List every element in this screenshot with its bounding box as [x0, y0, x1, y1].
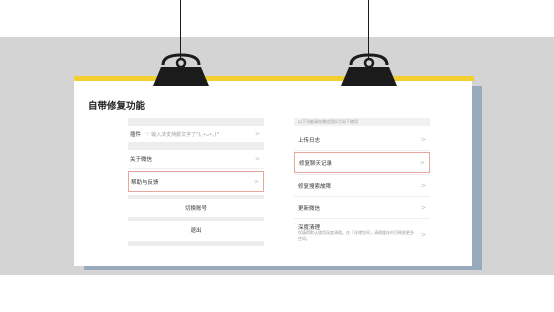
binder-clip-icon — [153, 53, 209, 86]
repair-chat-history-row[interactable]: 修复聊天记录 > — [294, 152, 430, 173]
update-wechat-row[interactable]: 更新微信 > — [294, 197, 430, 218]
repair-note: 以下功能请在微信团队引导下使用 — [294, 118, 430, 126]
repair-chat-history-label: 修复聊天记录 — [299, 160, 333, 167]
upload-log-label: 上传日志 — [298, 137, 321, 144]
chevron-right-icon: > — [420, 231, 426, 239]
binder-clip-icon — [341, 53, 397, 86]
divider — [294, 150, 430, 151]
plugin-hint: ♡ 输入法支持颜文字了°(｡•ᴗ•｡)° — [145, 131, 219, 138]
chevron-right-icon: > — [420, 204, 426, 211]
help-feedback-row[interactable]: 帮助与反馈 > — [128, 171, 264, 192]
upload-log-row[interactable]: 上传日志 > — [294, 129, 430, 150]
chevron-right-icon: > — [254, 155, 260, 163]
chevron-right-icon: > — [420, 136, 426, 143]
chevron-right-icon: > — [254, 130, 260, 138]
chevron-right-icon: > — [419, 159, 425, 166]
logout-label: 退出 — [190, 228, 202, 234]
page-title: 自带修复功能 — [88, 101, 146, 112]
switch-account-button[interactable]: 切换账号 — [128, 199, 264, 217]
plugin-row[interactable]: 插件 ♡ 输入法支持颜文字了°(｡•ᴗ•｡)° > — [128, 126, 264, 142]
about-label: 关于微信 — [130, 157, 153, 163]
group-separator — [128, 241, 264, 246]
deep-clean-description: 仅填得默认使用深度清理。在「存储空间」清理缓存时可释放更多空间。 — [298, 230, 414, 241]
chevron-right-icon: > — [253, 178, 259, 185]
chevron-right-icon: > — [420, 182, 426, 189]
board-top-accent — [74, 76, 474, 81]
logout-button[interactable]: 退出 — [128, 221, 264, 239]
update-wechat-label: 更新微信 — [298, 205, 321, 212]
switch-account-label: 切换账号 — [184, 206, 207, 212]
about-wechat-row[interactable]: 关于微信 > — [128, 150, 264, 168]
group-separator — [128, 142, 264, 150]
repair-search-label: 修复搜索故障 — [298, 183, 332, 190]
divider — [128, 168, 264, 169]
settings-panel: 插件 ♡ 输入法支持颜文字了°(｡•ᴗ•｡)° > 关于微信 > 帮助与反馈 >… — [128, 118, 264, 248]
repair-search-row[interactable]: 修复搜索故障 > — [294, 175, 430, 196]
help-label: 帮助与反馈 — [131, 179, 159, 186]
repair-panel: 以下功能请在微信团队引导下使用 上传日志 > 修复聊天记录 > 修复搜索故障 >… — [294, 118, 430, 253]
plugin-label: 插件 — [130, 132, 142, 138]
group-separator — [128, 118, 264, 126]
